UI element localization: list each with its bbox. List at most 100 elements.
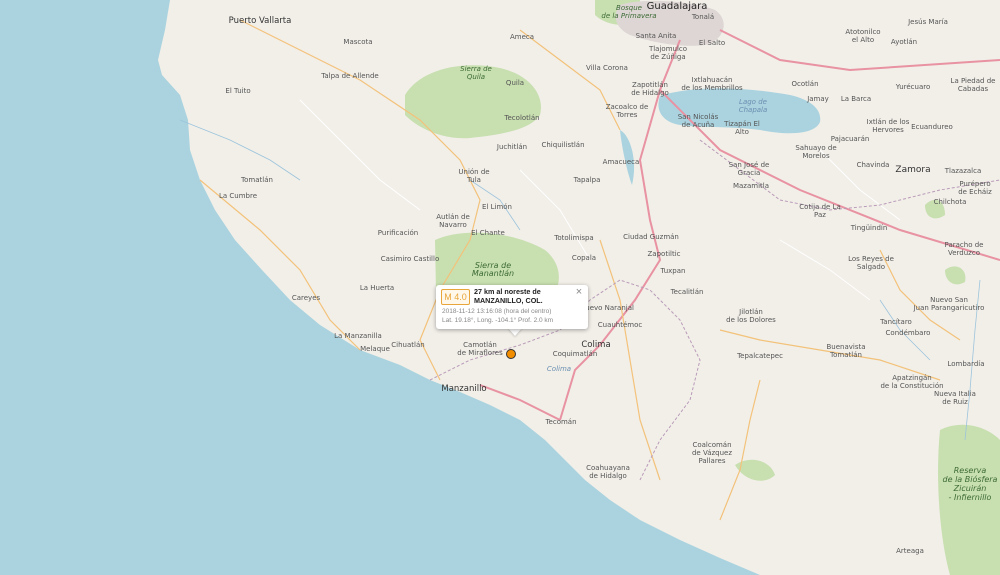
label-tecoman: Tecomán (545, 418, 577, 426)
label-nuevo-san-juan: Nuevo San Juan Parangaricutiro (913, 296, 985, 312)
label-ecuandureo: Ecuandureo (911, 123, 953, 131)
label-la-huerta: La Huerta (359, 284, 395, 292)
label-ayotlan: Ayotlán (890, 38, 918, 46)
popup-coords: Lat. 19.18°, Long. -104.1° Prof. 2.0 km (442, 317, 554, 324)
label-pajacuaran: Pajacuarán (830, 135, 870, 143)
label-lombardia: Lombardía (947, 360, 985, 368)
earthquake-marker[interactable] (506, 349, 516, 359)
label-careyes: Careyes (291, 294, 321, 302)
label-sahuayo: Sahuayo de Morelos (795, 144, 837, 160)
label-paracho: Paracho de Verduzco (944, 241, 984, 257)
label-tecolotlan: Tecolotlán (504, 114, 540, 122)
label-tuxpan: Tuxpan (660, 267, 686, 275)
label-nuevo-naranjal: Nuevo Naranjal (580, 304, 634, 312)
label-tapalpa: Tapalpa (573, 176, 601, 184)
label-sierra-manantlan: Sierra de Manantlán (471, 261, 515, 278)
label-autlan: Autlán de Navarro (436, 213, 470, 229)
label-yurecuaro: Yurécuaro (895, 83, 931, 91)
label-nueva-italia: Nueva Italia de Ruiz (934, 390, 976, 406)
label-tepalcatepec: Tepalcatepec (737, 352, 783, 360)
label-bosque-primavera: Bosque de la Primavera (601, 4, 657, 20)
label-cotija: Cotija de La Paz (799, 203, 841, 219)
label-la-manzanilla: La Manzanilla (334, 332, 382, 340)
small-park-3 (945, 266, 966, 285)
minor-road-1 (299, 99, 421, 211)
label-zapotitlan: Zapotitlán de Hidalgo (631, 81, 669, 97)
label-atotonilco: Atotonilco el Alto (845, 28, 881, 44)
label-colima-state: Colima (546, 365, 572, 373)
label-coquimatlan: Coquimatlán (552, 350, 598, 358)
label-melaque: Melaque (360, 345, 390, 353)
label-villa-corona: Villa Corona (586, 64, 628, 72)
magnitude-badge: M 4.0 (441, 289, 470, 305)
label-reserva-biosfera: Reserva de la Biósfera Zicuirán - Infier… (942, 466, 998, 502)
label-cuauhtemoc: Cuauhtémoc (597, 321, 643, 329)
label-chilchota: Chilchota (933, 198, 967, 206)
label-arteaga: Arteaga (896, 547, 924, 555)
label-sierra-quila: Sierra de Quila (460, 65, 492, 81)
label-tinguindin: Tingüindín (850, 224, 888, 232)
popup-place-line2: MANZANILLO, COL. (474, 295, 543, 305)
earthquake-popup: M 4.0 27 km al noreste de MANZANILLO, CO… (436, 285, 588, 329)
label-coahuayana: Coahuayana de Hidalgo (586, 464, 630, 480)
label-el-tuito: El Tuito (225, 87, 251, 95)
label-jesus-maria: Jesús María (908, 18, 948, 26)
label-zamora: Zamora (895, 165, 931, 175)
label-cihuatlan: Cihuatlán (391, 341, 425, 349)
label-mascota: Mascota (343, 38, 373, 46)
river-1 (179, 119, 301, 181)
label-buenavista: Buenavista Tomatlán (826, 343, 866, 359)
label-ocotlan: Ocotlán (791, 80, 819, 88)
popup-datetime: 2018-11-12 13:16:08 (hora del centro) (442, 308, 552, 315)
label-ciudad-guzman: Ciudad Guzmán (623, 233, 679, 241)
label-camotlan: Camotlán de Miraflores (457, 341, 503, 357)
label-el-salto: El Salto (698, 39, 726, 47)
label-tlazazalca: Tlazazalca (944, 167, 982, 175)
label-union-tula: Unión de Tula (458, 168, 490, 184)
label-coalcoman: Coalcomán de Vázquez Pallares (691, 441, 733, 465)
label-tomatlan: Tomatlán (241, 176, 273, 184)
label-zacoalco: Zacoalco de Torres (605, 103, 649, 119)
label-casimiro: Casimiro Castillo (380, 255, 440, 263)
label-el-chante: El Chante (471, 229, 505, 237)
label-tancitaro: Tancítaro (880, 318, 912, 326)
label-tlajomulco: Tlajomulco de Zúñiga (648, 45, 688, 61)
label-ameca: Ameca (509, 33, 535, 41)
label-jilotlan: Jilotlán de los Dolores (726, 308, 776, 324)
label-mazamitla: Mazamitla (732, 182, 770, 190)
label-copala: Copala (571, 254, 597, 262)
label-chavinda: Chavinda (856, 161, 890, 169)
label-tizapan: Tizapán El Alto (724, 120, 760, 136)
label-tonala: Tonalá (691, 13, 715, 21)
label-manzanillo: Manzanillo (441, 384, 487, 394)
label-la-cumbre: La Cumbre (218, 192, 258, 200)
popup-tip (508, 328, 522, 336)
label-ixtlahuacan: Ixtlahuacán de los Membrillos (681, 76, 743, 92)
label-tecalitlan: Tecalitlán (670, 288, 704, 296)
label-colima: Colima (581, 340, 611, 350)
label-apatzingan: Apatzingán de la Constitución (880, 374, 944, 390)
label-zapotiltic: Zapotiltic (647, 250, 681, 258)
label-amacueca: Amacueca (602, 158, 640, 166)
popup-place: 27 km al noreste de MANZANILLO, COL. (474, 287, 574, 305)
label-santa-anita: Santa Anita (635, 32, 677, 40)
label-condembaro: Condémbaro (885, 329, 931, 337)
label-san-nicolas: San Nicolás de Acuña (677, 113, 719, 129)
label-talpa: Talpa de Allende (321, 72, 379, 80)
label-ixtlan-hervores: Ixtlán de los Hervores (866, 118, 910, 134)
label-los-reyes: Los Reyes de Salgado (848, 255, 894, 271)
label-purificacion: Purificación (377, 229, 419, 237)
label-juchitlan: Juchitlán (496, 143, 528, 151)
label-el-limon: El Limón (482, 203, 512, 211)
label-totolimispa: Totolimispa (554, 234, 594, 242)
label-purepero: Purépero de Echáiz (958, 180, 992, 196)
label-la-piedad: La Piedad de Cabadas (950, 77, 996, 93)
label-quila: Quila (505, 79, 525, 87)
close-icon[interactable]: × (573, 286, 585, 298)
map-canvas[interactable]: Guadalajara Bosque de la Primavera Tonal… (0, 0, 1000, 575)
label-chiquilistlan: Chiquilistlán (541, 141, 585, 149)
label-puerto-vallarta: Puerto Vallarta (228, 16, 292, 26)
label-la-barca: La Barca (840, 95, 872, 103)
label-jamay: Jamay (807, 95, 829, 103)
label-san-jose-gracia: San José de Gracia (728, 161, 770, 177)
